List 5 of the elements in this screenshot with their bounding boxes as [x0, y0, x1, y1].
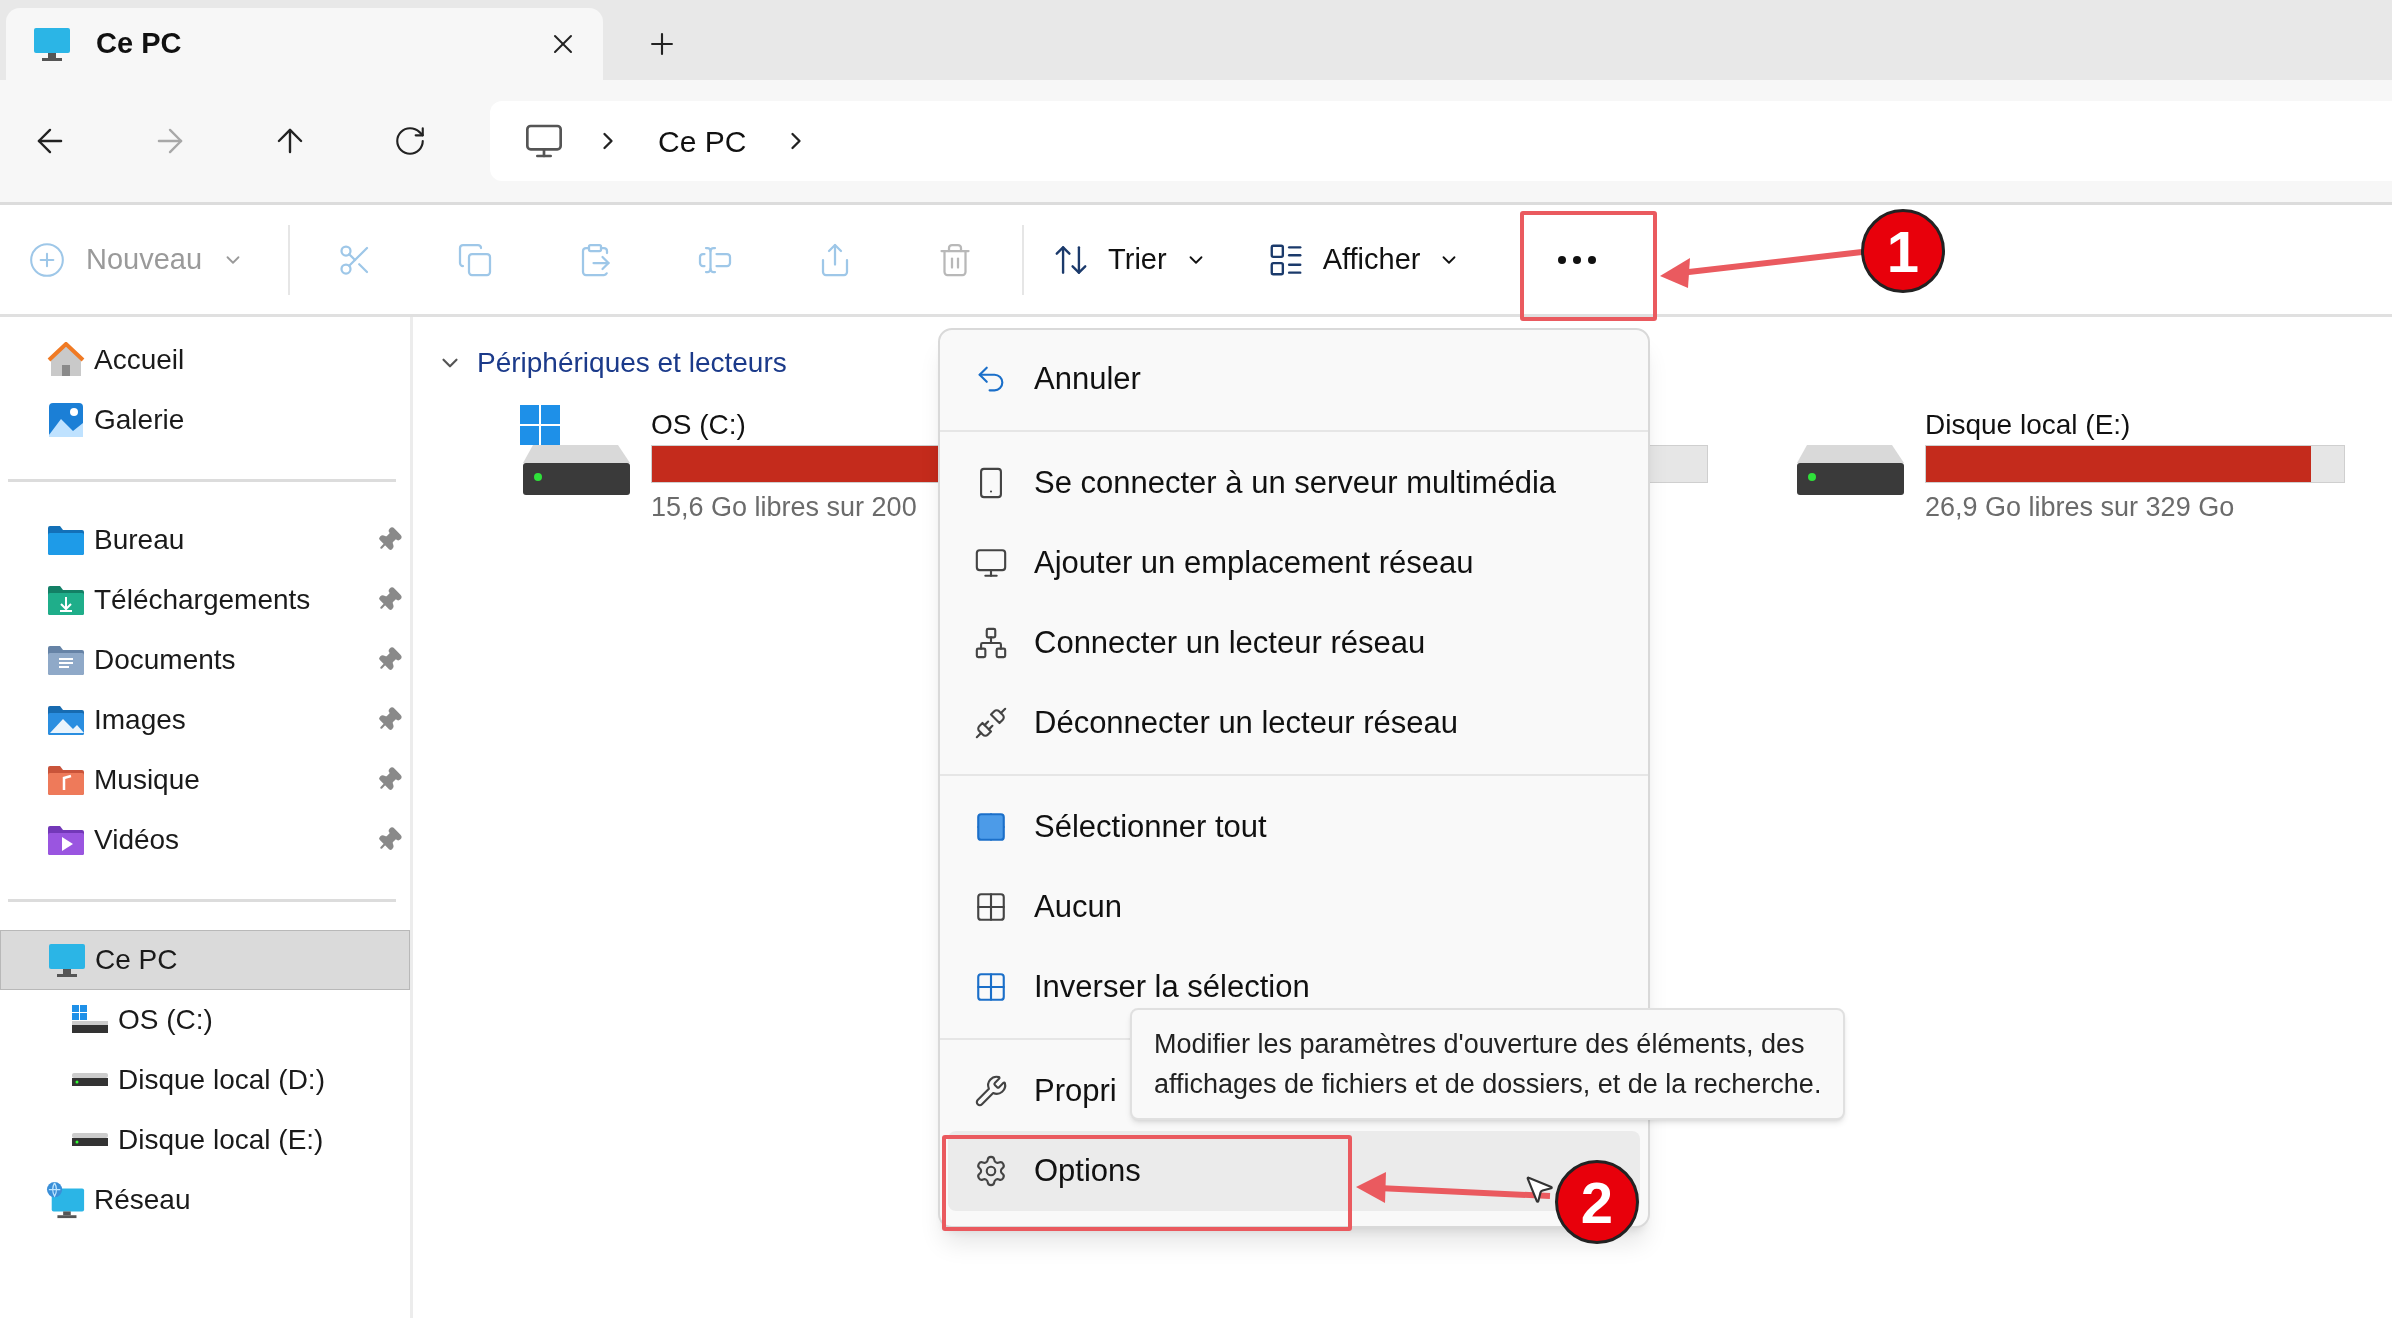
drive-name: OS (C:) [651, 408, 747, 442]
free-space-text: 26,9 Go libres sur 329 Go [1925, 491, 2236, 524]
tooltip: Modifier les paramètres d'ouverture des éléments, des affichages de fichiers et de dossiers, et de la recherche. [1130, 1008, 1846, 1120]
free-space-text: 15,6 Go libres sur 200 [651, 491, 918, 524]
drive-name: Disque local (E:) [1925, 408, 2132, 442]
